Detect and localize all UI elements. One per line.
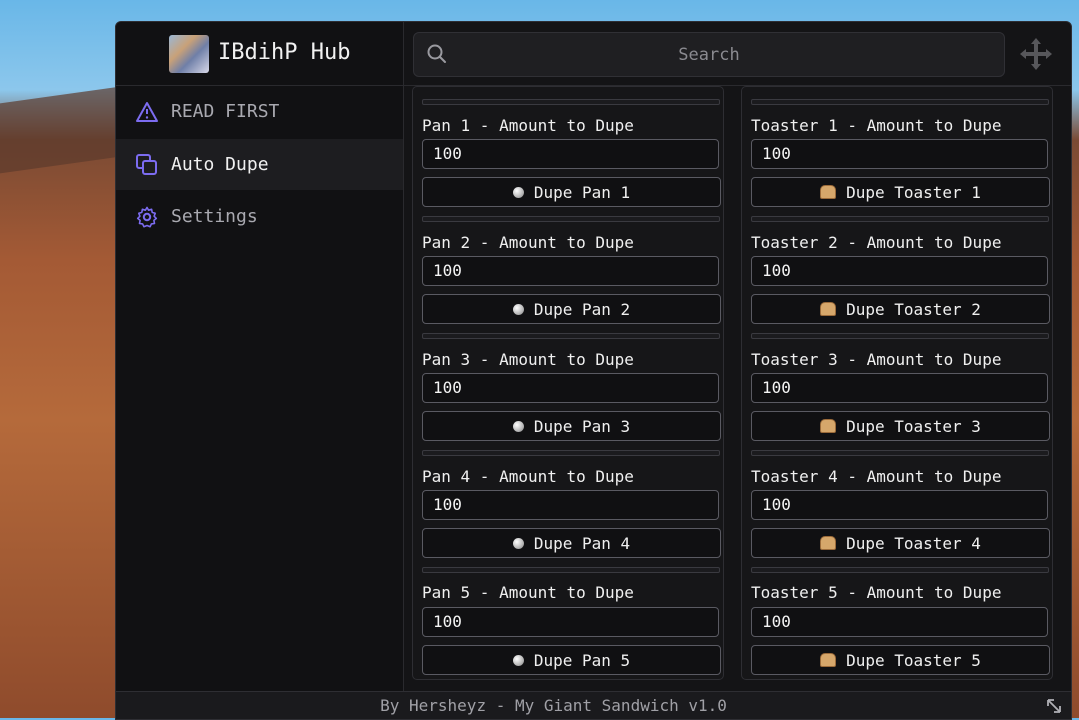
- toaster-4-label: Toaster 4 - Amount to Dupe: [751, 467, 1002, 486]
- toaster-2-amount-input[interactable]: 100: [751, 256, 1048, 286]
- button-label: Dupe Toaster 4: [846, 533, 981, 553]
- footer: By Hersheyz - My Giant Sandwich v1.0: [116, 691, 1071, 719]
- bread-icon: [820, 536, 837, 550]
- background-scene: [0, 86, 120, 174]
- pan-icon: [512, 654, 524, 666]
- dupe-toaster-4-button[interactable]: Dupe Toaster 4: [751, 528, 1050, 558]
- pan-icon: [512, 303, 524, 315]
- dupe-toaster-5-button[interactable]: Dupe Toaster 5: [751, 645, 1050, 675]
- search-input[interactable]: Search: [413, 32, 1005, 77]
- warning-icon: [133, 98, 161, 126]
- section-divider: [422, 99, 720, 105]
- brand: IBdihP Hub: [116, 22, 403, 86]
- copy-icon: [133, 151, 161, 179]
- dupe-pan-4-button[interactable]: Dupe Pan 4: [422, 528, 721, 558]
- toaster-1-amount-input[interactable]: 100: [751, 139, 1048, 169]
- section-divider: [422, 216, 720, 222]
- button-label: Dupe Toaster 3: [846, 416, 981, 436]
- section-divider: [751, 450, 1049, 456]
- button-label: Dupe Pan 3: [533, 416, 631, 436]
- bread-icon: [820, 185, 837, 199]
- button-label: Dupe Pan 1: [533, 182, 631, 202]
- sidebar: IBdihP Hub READ FIRST Auto Dupe Settings: [116, 22, 404, 691]
- toaster-3-label: Toaster 3 - Amount to Dupe: [751, 350, 1002, 369]
- toaster-5-amount-input[interactable]: 100: [751, 607, 1048, 637]
- pan-column: Pan 1 - Amount to Dupe 100 Dupe Pan 1 Pa…: [412, 86, 724, 680]
- button-label: Dupe Pan 5: [533, 650, 631, 670]
- content-area: Pan 1 - Amount to Dupe 100 Dupe Pan 1 Pa…: [404, 86, 1071, 691]
- dupe-pan-5-button[interactable]: Dupe Pan 5: [422, 645, 721, 675]
- pan-icon: [512, 537, 524, 549]
- pan-icon: [512, 420, 524, 432]
- section-divider: [751, 99, 1049, 105]
- sidebar-item-read-first[interactable]: READ FIRST: [116, 86, 403, 137]
- button-label: Dupe Pan 4: [533, 533, 631, 553]
- gear-icon: [133, 203, 161, 231]
- pan-icon: [512, 186, 524, 198]
- sidebar-item-label: Settings: [171, 206, 258, 227]
- pan-5-label: Pan 5 - Amount to Dupe: [422, 583, 634, 602]
- pan-2-label: Pan 2 - Amount to Dupe: [422, 233, 634, 252]
- toaster-3-amount-input[interactable]: 100: [751, 373, 1048, 403]
- pan-4-label: Pan 4 - Amount to Dupe: [422, 467, 634, 486]
- toaster-2-label: Toaster 2 - Amount to Dupe: [751, 233, 1002, 252]
- section-divider: [422, 450, 720, 456]
- pan-2-amount-input[interactable]: 100: [422, 256, 719, 286]
- toaster-1-label: Toaster 1 - Amount to Dupe: [751, 116, 1002, 135]
- dupe-toaster-1-button[interactable]: Dupe Toaster 1: [751, 177, 1050, 207]
- dupe-toaster-2-button[interactable]: Dupe Toaster 2: [751, 294, 1050, 324]
- bread-icon: [820, 302, 837, 316]
- hub-window: IBdihP Hub READ FIRST Auto Dupe Settings: [115, 21, 1072, 720]
- section-divider: [751, 567, 1049, 573]
- toaster-column: Toaster 1 - Amount to Dupe 100 Dupe Toas…: [741, 86, 1053, 680]
- footer-credit: By Hersheyz - My Giant Sandwich v1.0: [380, 696, 727, 715]
- resize-icon[interactable]: [1045, 697, 1063, 719]
- bread-icon: [820, 419, 837, 433]
- sidebar-item-label: Auto Dupe: [171, 154, 269, 175]
- section-divider: [751, 333, 1049, 339]
- pan-1-label: Pan 1 - Amount to Dupe: [422, 116, 634, 135]
- pan-5-amount-input[interactable]: 100: [422, 607, 719, 637]
- button-label: Dupe Toaster 2: [846, 299, 981, 319]
- sidebar-item-settings[interactable]: Settings: [116, 191, 403, 242]
- avatar: [169, 35, 209, 73]
- pan-3-amount-input[interactable]: 100: [422, 373, 719, 403]
- pan-1-amount-input[interactable]: 100: [422, 139, 719, 169]
- button-label: Dupe Pan 2: [533, 299, 631, 319]
- section-divider: [422, 333, 720, 339]
- sidebar-item-label: READ FIRST: [171, 101, 280, 122]
- section-divider: [422, 567, 720, 573]
- topbar: Search: [404, 22, 1071, 86]
- pan-4-amount-input[interactable]: 100: [422, 490, 719, 520]
- button-label: Dupe Toaster 5: [846, 650, 981, 670]
- dupe-pan-1-button[interactable]: Dupe Pan 1: [422, 177, 721, 207]
- toaster-5-label: Toaster 5 - Amount to Dupe: [751, 583, 1002, 602]
- bread-icon: [820, 653, 837, 667]
- toaster-4-amount-input[interactable]: 100: [751, 490, 1048, 520]
- dupe-toaster-3-button[interactable]: Dupe Toaster 3: [751, 411, 1050, 441]
- dupe-pan-2-button[interactable]: Dupe Pan 2: [422, 294, 721, 324]
- search-placeholder: Search: [678, 45, 740, 65]
- button-label: Dupe Toaster 1: [846, 182, 981, 202]
- section-divider: [751, 216, 1049, 222]
- app-title: IBdihP Hub: [218, 40, 351, 65]
- dupe-pan-3-button[interactable]: Dupe Pan 3: [422, 411, 721, 441]
- move-icon[interactable]: [1019, 37, 1053, 75]
- pan-3-label: Pan 3 - Amount to Dupe: [422, 350, 634, 369]
- sidebar-item-auto-dupe[interactable]: Auto Dupe: [116, 139, 403, 190]
